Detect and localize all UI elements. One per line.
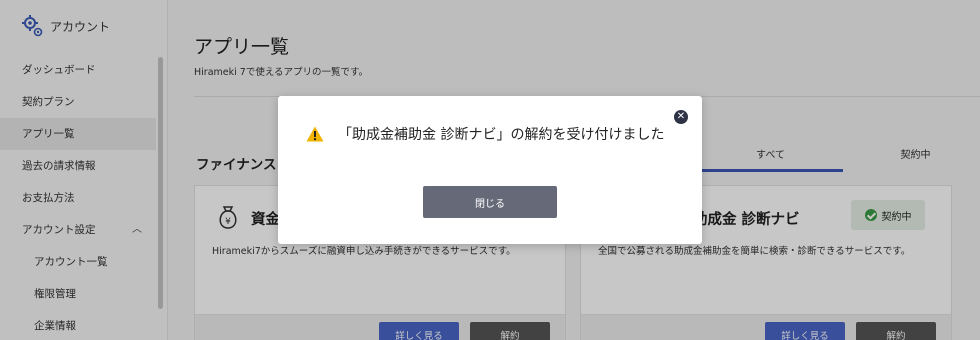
warning-icon xyxy=(306,126,324,142)
close-icon[interactable]: ✕ xyxy=(674,110,688,124)
modal-message: 「助成金補助金 診断ナビ」の解約を受け付けました xyxy=(338,127,665,143)
close-button[interactable]: 閉じる xyxy=(423,186,557,218)
confirmation-modal: ✕ 「助成金補助金 診断ナビ」の解約を受け付けました 閉じる xyxy=(278,96,702,244)
modal-message-row: 「助成金補助金 診断ナビ」の解約を受け付けました xyxy=(306,124,664,144)
